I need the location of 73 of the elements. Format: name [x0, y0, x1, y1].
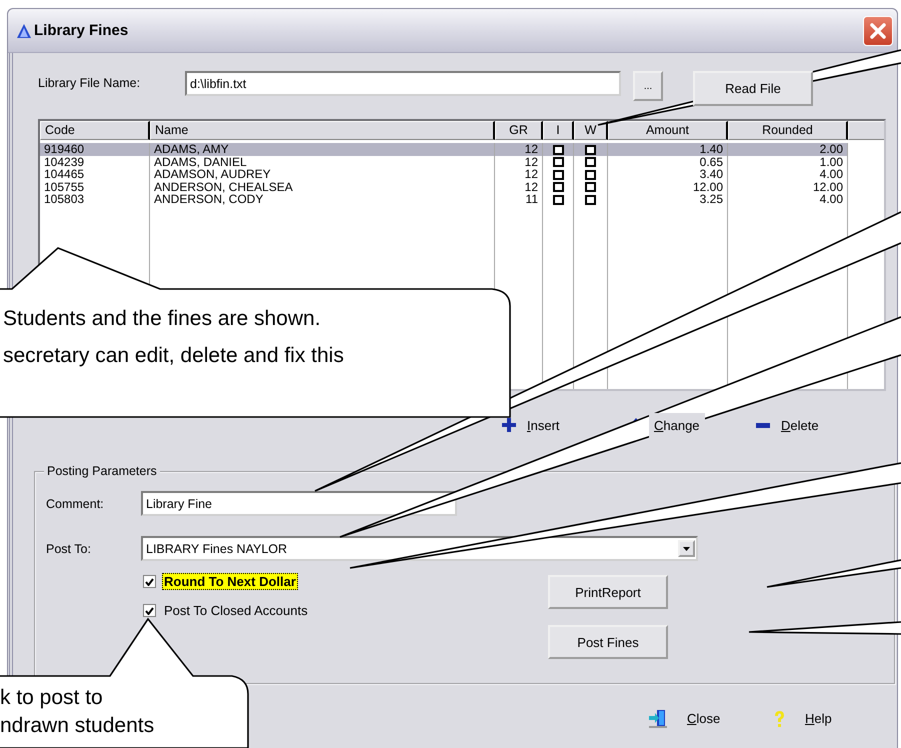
checkbox[interactable]	[585, 144, 596, 155]
column-header[interactable]: W	[574, 121, 608, 140]
table-cell: ADAMS, AMY	[154, 142, 229, 156]
checkbox-label[interactable]: Post To Closed Accounts	[162, 602, 310, 619]
callout-text: Students and the fines are shown. secretary can edit, delete and fix this	[3, 306, 344, 369]
field-label: Comment:	[46, 496, 105, 510]
checkbox[interactable]	[552, 170, 564, 180]
table-cell: 919460	[44, 142, 84, 156]
exit-door-icon	[649, 709, 667, 728]
table-cell: 12.00	[692, 180, 723, 193]
checkbox-label[interactable]: Round To Next Dollar	[162, 573, 298, 590]
app-icon	[16, 22, 32, 38]
checkbox[interactable]	[585, 182, 596, 192]
table-cell: 12	[524, 156, 538, 168]
column-header[interactable]: GR	[495, 121, 543, 140]
action-button[interactable]: Post Fines	[548, 625, 668, 659]
table-cell: 1.40	[700, 143, 723, 156]
table-cell: ADAMSON, AUDREY	[154, 167, 271, 181]
table-cell: 11	[526, 193, 538, 206]
close-button[interactable]	[863, 16, 893, 46]
checkbox[interactable]	[552, 157, 564, 168]
window-title: Library Fines	[34, 22, 130, 39]
insert-button[interactable]: Insert	[527, 418, 560, 432]
field-label: Post To:	[46, 542, 92, 556]
field-label: Library File Name:	[38, 76, 142, 90]
checkbox[interactable]	[585, 194, 596, 205]
checkbox[interactable]	[552, 144, 564, 155]
table-cell: 2.00	[820, 143, 843, 156]
browse-button[interactable]: ...	[633, 71, 663, 101]
column-header[interactable]: I	[543, 121, 574, 140]
callout-text: k to post to ndrawn students	[0, 685, 154, 739]
table-cell: 0.65	[700, 156, 723, 168]
table-cell: 12	[524, 143, 538, 156]
group-title: Posting Parameters	[44, 464, 160, 478]
file-name-field[interactable]: d:\libfin.txt	[185, 71, 621, 96]
close-button[interactable]: Close	[687, 711, 720, 726]
checkbox[interactable]	[585, 157, 596, 168]
delete-button[interactable]: Delete	[781, 418, 819, 432]
column-header[interactable]: Rounded	[728, 121, 848, 140]
question-mark-icon	[773, 710, 785, 726]
checkbox[interactable]	[143, 575, 156, 588]
plus-icon	[502, 418, 516, 432]
checkbox[interactable]	[552, 182, 564, 192]
table-cell: 3.40	[700, 168, 723, 180]
table-cell: 3.25	[700, 193, 723, 206]
close-icon	[868, 20, 888, 40]
table-cell: 105803	[44, 192, 84, 206]
caret-icon	[683, 546, 690, 550]
table-cell: ANDERSON, CODY	[154, 192, 264, 206]
table-cell: 4.00	[820, 193, 843, 206]
column-header[interactable]: Name	[150, 121, 495, 140]
post-to-dropdown[interactable]: LIBRARY Fines NAYLOR	[141, 536, 698, 561]
table-cell: 104239	[44, 154, 84, 168]
table-cell: 12	[524, 180, 538, 193]
column-header[interactable]: Amount	[608, 121, 728, 140]
checkbox[interactable]	[585, 170, 596, 180]
table-cell: ADAMS, DANIEL	[154, 154, 247, 168]
table-cell: 1.00	[820, 156, 843, 168]
table-cell: ANDERSON, CHEALSEA	[154, 180, 293, 194]
action-button[interactable]: PrintReport	[548, 575, 668, 609]
change-button[interactable]: Change	[649, 412, 705, 438]
checkbox[interactable]	[143, 604, 156, 617]
table-cell: 4.00	[820, 168, 843, 180]
table-cell: 12	[524, 168, 538, 180]
table-cell: 12.00	[812, 180, 843, 193]
table-cell: 104465	[44, 167, 84, 181]
help-button[interactable]: Help	[805, 711, 832, 726]
column-header[interactable]: Code	[40, 121, 150, 140]
comment-field[interactable]: Library Fine	[141, 491, 457, 516]
read-file-button[interactable]: Read File	[693, 71, 813, 106]
minus-icon	[756, 422, 770, 428]
table-cell: 105755	[44, 180, 84, 194]
checkbox[interactable]	[552, 194, 564, 205]
